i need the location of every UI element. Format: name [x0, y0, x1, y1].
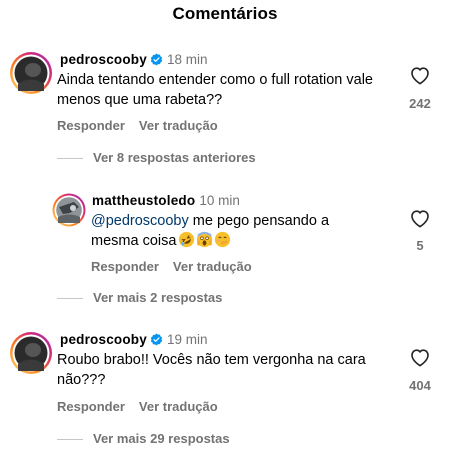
like-count: 242	[409, 96, 431, 111]
replies-divider	[57, 439, 83, 441]
like-count: 5	[416, 238, 424, 253]
view-replies-link[interactable]: Ver mais 2 respostas	[57, 290, 222, 305]
comment-meta: pedroscooby 19 min	[60, 332, 208, 350]
heart-outline-icon	[411, 349, 429, 367]
comment-text-line1: me pego pensando a	[188, 213, 330, 229]
comment-time: 18 min	[166, 52, 208, 67]
emoji-group	[178, 231, 232, 254]
comment-actions: Responder Ver tradução	[91, 259, 266, 274]
username[interactable]: pedroscooby	[60, 332, 147, 347]
comment-time: 19 min	[166, 332, 208, 347]
rolling-laughing-emoji	[179, 231, 195, 248]
username[interactable]: pedroscooby	[60, 52, 147, 67]
view-replies-label: Ver mais 2 respostas	[93, 290, 223, 305]
comment-actions: Responder Ver tradução	[57, 399, 232, 414]
comment-actions: Responder Ver tradução	[57, 118, 232, 133]
comment-text-line2: mesma coisa	[91, 233, 177, 249]
comment-text: @pedroscooby me pego pensando a mesma co…	[91, 211, 391, 254]
replies-divider	[57, 158, 83, 160]
translate-button[interactable]: Ver tradução	[139, 399, 218, 414]
like-button[interactable]	[409, 347, 431, 369]
heart-outline-icon	[411, 210, 429, 228]
comment-meta: pedroscooby 18 min	[60, 52, 208, 70]
translate-button[interactable]: Ver tradução	[173, 259, 252, 274]
username[interactable]: mattheustoledo	[92, 193, 195, 208]
page-title: Comentários	[172, 4, 278, 23]
comment-meta: mattheustoledo 10 min	[92, 193, 240, 209]
like-button[interactable]	[409, 65, 431, 87]
view-replies-label: Ver 8 respostas anteriores	[93, 150, 256, 165]
avatar[interactable]	[9, 331, 53, 375]
heart-outline-icon	[411, 67, 429, 85]
view-replies-label: Ver mais 29 respostas	[93, 431, 230, 446]
translate-button[interactable]: Ver tradução	[139, 118, 218, 133]
view-replies-link[interactable]: Ver mais 29 respostas	[57, 431, 230, 446]
comment-time: 10 min	[199, 193, 240, 208]
like-count: 404	[409, 378, 431, 393]
like-button[interactable]	[409, 208, 431, 230]
comment-text: Roubo brabo!! Vocês não tem vergonha na …	[57, 352, 366, 388]
avatar[interactable]	[52, 193, 86, 227]
view-replies-link[interactable]: Ver 8 respostas anteriores	[57, 150, 256, 165]
comment-text: Ainda tentando entender como o full rota…	[57, 72, 373, 108]
reply-button[interactable]: Responder	[57, 118, 125, 133]
reply-button[interactable]: Responder	[91, 259, 159, 274]
verified-badge-icon	[150, 333, 163, 350]
verified-badge-icon	[150, 53, 163, 70]
reply-button[interactable]: Responder	[57, 399, 125, 414]
hand-over-mouth-emoji	[215, 231, 231, 248]
comments-header: Comentários	[0, 0, 450, 30]
avatar[interactable]	[9, 51, 53, 95]
screaming-face-emoji	[197, 231, 213, 248]
replies-divider	[57, 298, 83, 300]
mention-link[interactable]: @pedroscooby	[91, 213, 189, 229]
